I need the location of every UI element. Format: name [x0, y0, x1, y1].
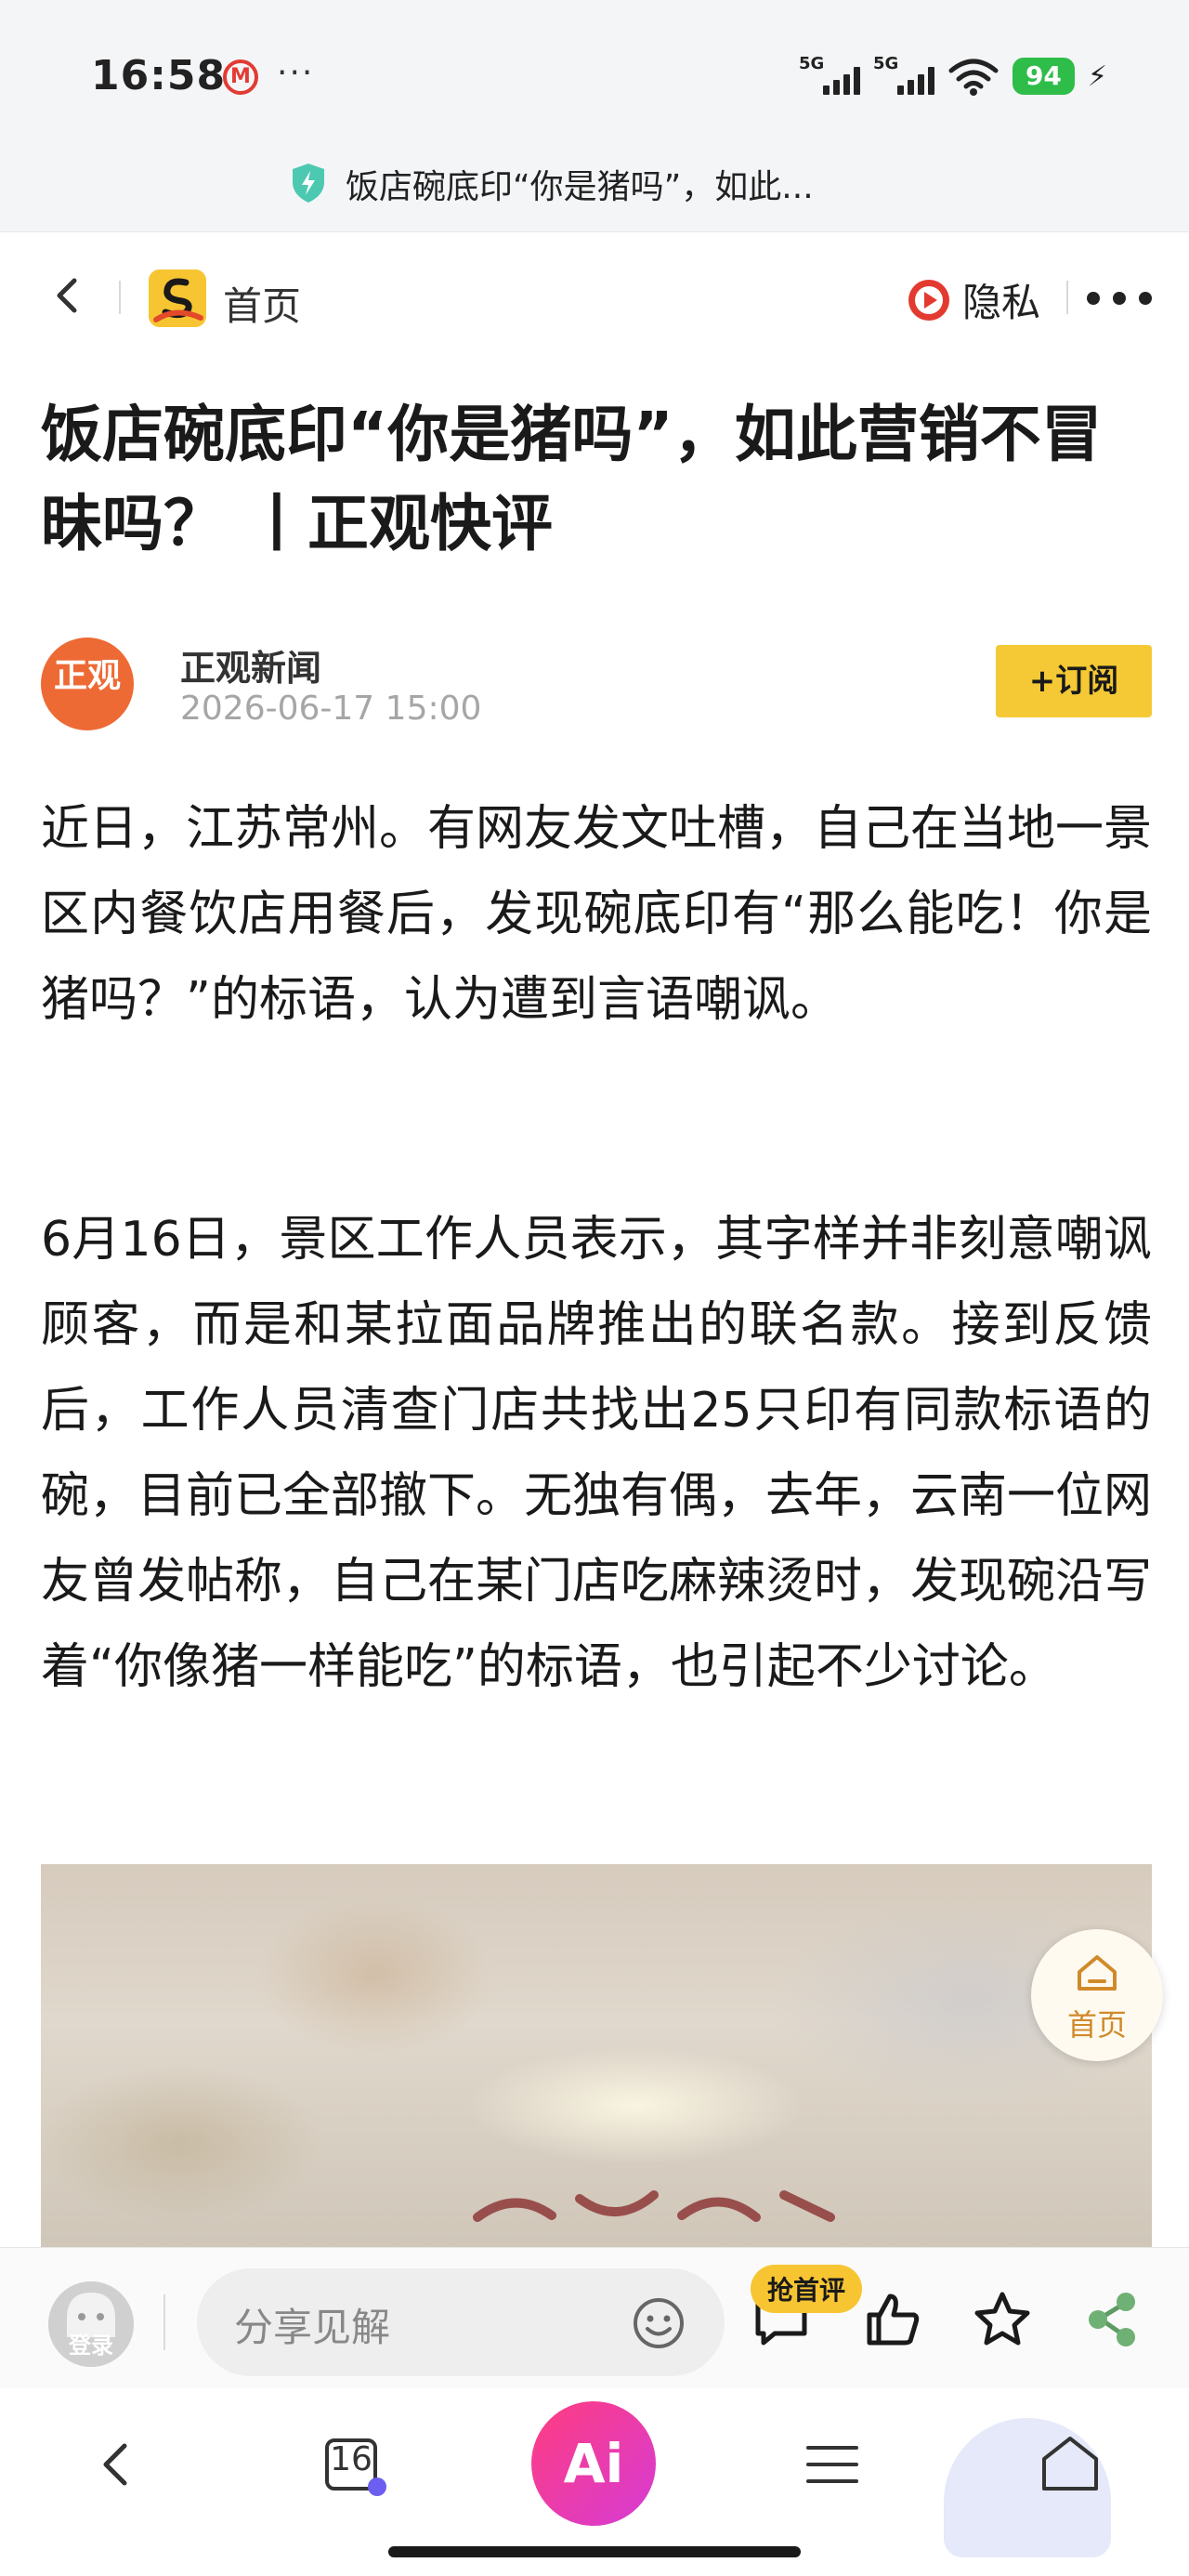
divider [163, 2294, 165, 2350]
divider [119, 281, 121, 314]
author-avatar-text: 正观 [53, 657, 121, 695]
tabs-count: 16 [330, 2440, 372, 2478]
share-icon[interactable] [1081, 2289, 1143, 2350]
ai-assistant-button[interactable]: Ai [531, 2401, 656, 2526]
home-indicator[interactable] [388, 2546, 801, 2557]
more-icon[interactable] [1087, 275, 1152, 322]
publish-date: 2026-06-17 15:00 [180, 690, 482, 728]
author-row: 正观 正观新闻 2026-06-17 15:00 +订阅 [41, 632, 1152, 743]
back-icon[interactable] [80, 2427, 154, 2502]
article-image[interactable] [41, 1864, 1152, 2254]
signal-icon: 5G [798, 54, 860, 97]
tabs-button[interactable]: 16 [316, 2427, 390, 2502]
article-paragraph: 6月16日，景区工作人员表示，其字样并非刻意嘲讽顾客，而是和某拉面品牌推出的联名… [41, 1212, 1153, 1695]
emoji-icon[interactable] [632, 2296, 686, 2350]
home-icon [1078, 1955, 1117, 1991]
floating-home-button[interactable]: 首页 [1031, 1929, 1163, 2061]
menu-icon[interactable] [795, 2427, 869, 2502]
star-icon[interactable] [972, 2289, 1033, 2350]
privacy-play-icon [908, 279, 949, 321]
app-logo-icon[interactable] [149, 269, 206, 327]
status-time: 16:58 [91, 52, 227, 99]
floating-home-label: 首页 [1066, 2007, 1127, 2043]
author-avatar[interactable]: 正观 [41, 637, 134, 730]
network-type-label: 5G [798, 54, 825, 73]
privacy-button[interactable]: 隐私 [907, 271, 1040, 328]
home-icon[interactable] [1033, 2427, 1107, 2502]
like-icon[interactable] [862, 2289, 923, 2350]
shield-icon [293, 164, 324, 203]
bowl-print-graphic [473, 2190, 835, 2222]
browser-page-title: 饭店碗底印“你是猪吗”，如此... [346, 168, 814, 206]
signal-icon: 5G [872, 54, 934, 97]
privacy-label: 隐私 [961, 280, 1040, 325]
comment-bar: 登录 分享见解 抢首评 [0, 2247, 1189, 2388]
login-avatar[interactable]: 登录 [48, 2281, 134, 2367]
status-more-indicator: ··· [277, 54, 315, 92]
comment-input[interactable]: 分享见解 [197, 2268, 725, 2376]
browser-title-bar[interactable]: 饭店碗底印“你是猪吗”，如此... [0, 139, 1189, 232]
metro-icon: M [223, 59, 258, 95]
divider [1066, 281, 1068, 314]
login-label: 登录 [69, 2333, 113, 2359]
first-comment-badge[interactable]: 抢首评 [751, 2265, 863, 2313]
status-bar: 16:58 M ··· 5G 5G 94 ⚡ [0, 0, 1189, 139]
back-icon[interactable] [43, 269, 95, 322]
battery-icon: 94 [1012, 58, 1075, 95]
author-name[interactable]: 正观新闻 [180, 639, 321, 690]
article-nav-bar: 首页 隐私 [0, 242, 1189, 353]
network-type-label: 5G [872, 54, 899, 73]
charging-icon: ⚡ [1087, 59, 1107, 93]
subscribe-button[interactable]: +订阅 [996, 645, 1152, 717]
article-title: 饭店碗底印“你是猪吗”，如此营销不冒昧吗？ 丨正观快评 [41, 399, 1103, 559]
comment-placeholder: 分享见解 [234, 2305, 391, 2350]
status-indicators: 5G 5G 94 ⚡ [798, 54, 1107, 97]
article-paragraph: 近日，江苏常州。有网友发文吐槽，自己在当地一景区内餐饮店用餐后，发现碗底印有“那… [41, 801, 1153, 1028]
wifi-icon [948, 59, 999, 96]
home-link[interactable]: 首页 [223, 275, 301, 332]
